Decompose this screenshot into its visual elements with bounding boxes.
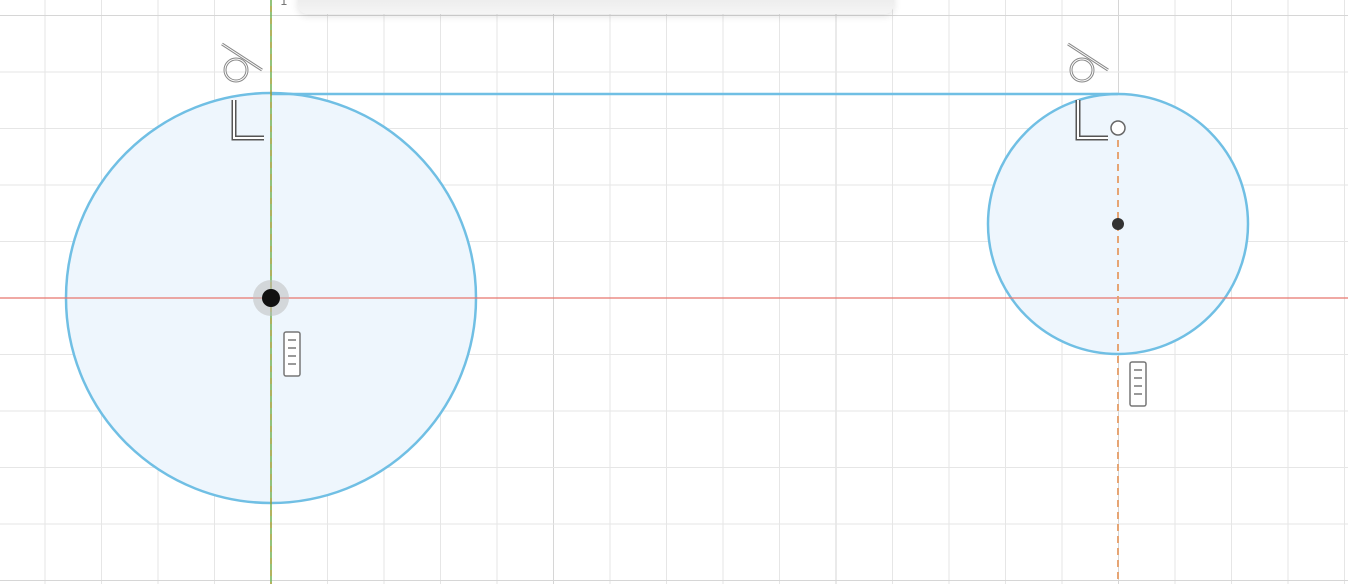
sketch-viewport[interactable]: [0, 0, 1348, 584]
tangent-constraint-icon[interactable]: [221, 42, 263, 83]
vertical-constraint-icon[interactable]: [1129, 361, 1147, 407]
construction-endpoint[interactable]: [1110, 120, 1126, 136]
axis-indicator: 1: [280, 0, 288, 8]
origin-point[interactable]: [262, 289, 280, 307]
top-toolbar-edge: [298, 0, 894, 14]
small-circle-center-point[interactable]: [1112, 218, 1124, 230]
vertical-constraint-icon[interactable]: [283, 331, 301, 377]
tangent-constraint-icon[interactable]: [1067, 42, 1109, 83]
sketch-canvas[interactable]: 1: [0, 0, 1348, 584]
